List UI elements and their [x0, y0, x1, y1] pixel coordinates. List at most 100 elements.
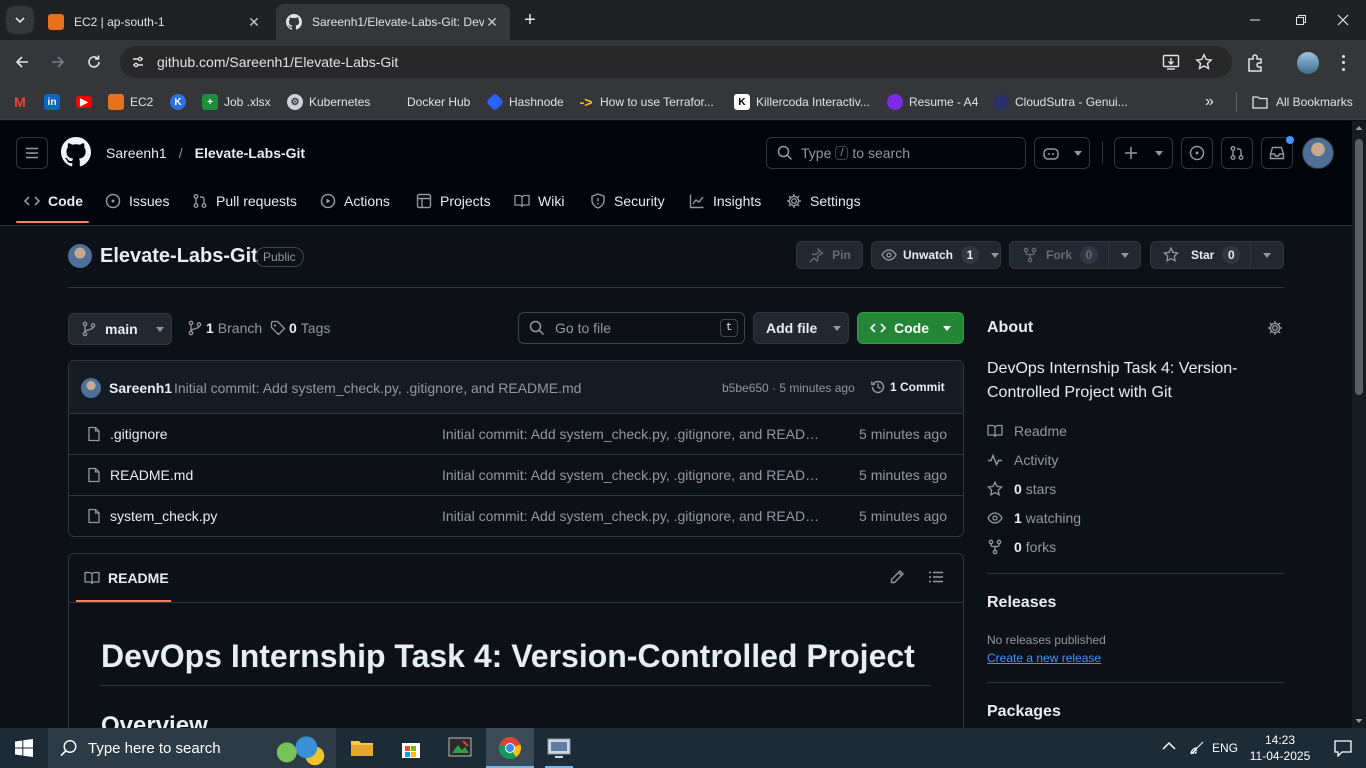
close-window-button[interactable]: [1320, 0, 1366, 40]
activity-link[interactable]: Activity: [987, 450, 1058, 470]
watching-link[interactable]: 1 watching: [987, 508, 1081, 528]
readme-link[interactable]: Readme: [987, 421, 1067, 441]
add-file-button[interactable]: Add file: [753, 312, 849, 344]
bookmark-cloudsutra[interactable]: CloudSutra - Genui...: [993, 92, 1128, 112]
bookmark-youtube[interactable]: ▶: [76, 92, 98, 112]
page-scrollbar[interactable]: [1352, 121, 1366, 728]
breadcrumb-owner-link[interactable]: Sareenh1: [106, 145, 167, 161]
issues-shortcut-button[interactable]: [1181, 137, 1213, 169]
restore-window-button[interactable]: [1278, 0, 1324, 40]
bookmark-killercoda[interactable]: K Killercoda Interactiv...: [734, 92, 870, 112]
back-button[interactable]: [10, 50, 34, 74]
packages-title[interactable]: Packages: [987, 703, 1061, 721]
commit-author-avatar[interactable]: [81, 378, 101, 398]
tags-link[interactable]: 0 Tags: [270, 320, 330, 336]
bookmark-resume[interactable]: Resume - A4: [887, 92, 978, 112]
clock[interactable]: 14:23 11-04-2025: [1244, 732, 1316, 764]
bookmark-star-icon[interactable]: [1195, 53, 1213, 71]
profile-avatar[interactable]: [1297, 52, 1319, 74]
taskbar-snipping-tool[interactable]: [436, 728, 484, 768]
file-commit-message[interactable]: Initial commit: Add system_check.py, .gi…: [442, 467, 824, 483]
taskbar-search-box[interactable]: Type here to search: [48, 728, 336, 768]
tab-actions[interactable]: Actions: [320, 190, 390, 212]
language-indicator[interactable]: ENG: [1212, 741, 1238, 755]
taskbar-store[interactable]: [387, 728, 435, 768]
readme-tab[interactable]: README: [84, 570, 169, 586]
reload-button[interactable]: [82, 50, 106, 74]
table-row[interactable]: system_check.py Initial commit: Add syst…: [69, 495, 963, 536]
header-search-input[interactable]: Type / to search: [766, 137, 1026, 169]
create-release-link[interactable]: Create a new release: [987, 651, 1101, 665]
tab-security[interactable]: Security: [590, 190, 665, 212]
new-tab-button[interactable]: +: [518, 8, 542, 32]
file-name[interactable]: system_check.py: [110, 508, 217, 524]
breadcrumb-repo-link[interactable]: Elevate-Labs-Git: [195, 145, 305, 161]
bookmark-ec2[interactable]: EC2: [108, 92, 153, 112]
user-avatar[interactable]: [1302, 137, 1334, 169]
browser-menu-icon[interactable]: [1336, 53, 1350, 73]
tab-insights[interactable]: Insights: [689, 190, 761, 212]
create-new-button[interactable]: [1114, 137, 1173, 169]
all-bookmarks[interactable]: All Bookmarks: [1252, 92, 1353, 112]
close-tab-icon[interactable]: ✕: [484, 14, 500, 30]
network-icon[interactable]: [1189, 740, 1205, 756]
address-bar[interactable]: github.com/Sareenh1/Elevate-Labs-Git: [120, 46, 1232, 78]
branches-link[interactable]: 1 Branch: [187, 320, 262, 336]
fork-dropdown-button[interactable]: [1108, 241, 1141, 269]
bookmarks-overflow-icon[interactable]: »: [1205, 92, 1214, 112]
bookmark-gmail[interactable]: M: [12, 92, 34, 112]
commit-history-link[interactable]: 1 Commit: [870, 379, 945, 395]
about-settings-button[interactable]: [1267, 320, 1283, 336]
branch-selector[interactable]: main: [68, 313, 172, 345]
taskbar-app[interactable]: [535, 728, 583, 768]
unwatch-button[interactable]: Unwatch 1: [871, 241, 1001, 269]
stars-link[interactable]: 0 stars: [987, 479, 1056, 499]
bookmark-kubernetes[interactable]: ⚙ Kubernetes: [287, 92, 370, 112]
taskbar-chrome[interactable]: [486, 728, 534, 768]
tab-projects[interactable]: Projects: [416, 190, 491, 212]
hamburger-menu-button[interactable]: [16, 137, 48, 169]
repo-title[interactable]: Elevate-Labs-Git: [100, 245, 258, 268]
table-row[interactable]: .gitignore Initial commit: Add system_ch…: [69, 413, 963, 454]
bookmark-linkedin[interactable]: in: [44, 92, 66, 112]
pin-button[interactable]: Pin: [796, 241, 863, 269]
releases-title[interactable]: Releases: [987, 594, 1056, 612]
tab-issues[interactable]: Issues: [105, 190, 169, 212]
commit-author[interactable]: Sareenh1: [109, 380, 172, 396]
edit-readme-button[interactable]: [889, 569, 905, 585]
show-hidden-icons[interactable]: [1162, 741, 1176, 751]
tab-code[interactable]: Code: [24, 190, 83, 212]
browser-tab-ec2[interactable]: EC2 | ap-south-1 ✕: [38, 4, 272, 40]
copilot-button[interactable]: [1034, 137, 1090, 169]
commit-message[interactable]: Initial commit: Add system_check.py, .gi…: [174, 380, 581, 396]
forks-link[interactable]: 0 forks: [987, 537, 1056, 557]
install-app-icon[interactable]: [1162, 53, 1180, 71]
extensions-icon[interactable]: [1245, 53, 1265, 73]
bookmark-docker-hub[interactable]: Docker Hub: [385, 92, 470, 112]
bookmark-hashnode[interactable]: Hashnode: [485, 92, 564, 112]
bookmark-kodekloud[interactable]: K: [170, 92, 192, 112]
tab-settings[interactable]: Settings: [786, 190, 861, 212]
file-commit-message[interactable]: Initial commit: Add system_check.py, .gi…: [442, 426, 824, 442]
repo-owner-avatar[interactable]: [68, 244, 92, 268]
go-to-file-input[interactable]: Go to file t: [518, 312, 745, 344]
file-name[interactable]: README.md: [110, 467, 193, 483]
fork-button[interactable]: Fork 0: [1009, 241, 1109, 269]
file-name[interactable]: .gitignore: [110, 426, 168, 442]
tab-pull-requests[interactable]: Pull requests: [192, 190, 297, 212]
outline-button[interactable]: [928, 569, 944, 585]
taskbar-file-explorer[interactable]: [338, 728, 386, 768]
table-row[interactable]: README.md Initial commit: Add system_che…: [69, 454, 963, 495]
github-logo[interactable]: [61, 137, 91, 167]
minimize-window-button[interactable]: [1232, 0, 1278, 40]
pull-requests-shortcut-button[interactable]: [1221, 137, 1253, 169]
file-commit-message[interactable]: Initial commit: Add system_check.py, .gi…: [442, 508, 824, 524]
start-button[interactable]: [0, 728, 48, 768]
bookmark-job-xlsx[interactable]: + Job .xlsx: [202, 92, 271, 112]
commit-meta[interactable]: b5be650 · 5 minutes ago: [722, 381, 855, 395]
scrollbar-thumb[interactable]: [1355, 139, 1363, 395]
browser-tab-github[interactable]: Sareenh1/Elevate-Labs-Git: Dev ✕: [276, 4, 510, 40]
star-dropdown-button[interactable]: [1250, 241, 1284, 269]
action-center-button[interactable]: [1320, 728, 1366, 768]
site-info-icon[interactable]: [128, 52, 148, 72]
